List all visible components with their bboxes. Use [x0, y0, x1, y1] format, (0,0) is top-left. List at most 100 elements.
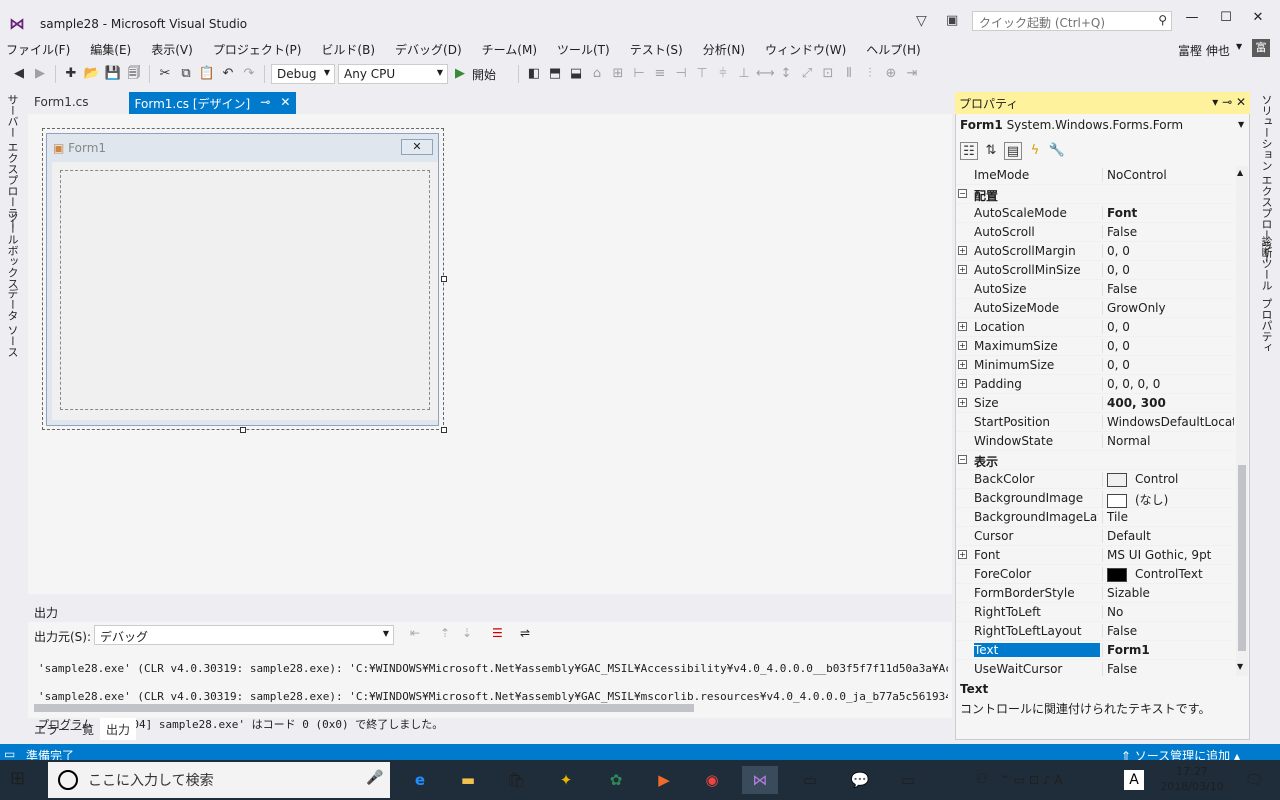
redo-icon[interactable]: ↷: [240, 65, 258, 83]
property-category[interactable]: − 配置: [956, 185, 1234, 204]
tab-error-list[interactable]: エラー一覧: [28, 718, 100, 740]
edge-icon[interactable]: e: [402, 766, 438, 794]
visual-studio-taskbar-icon[interactable]: ⋈: [742, 766, 778, 794]
people-icon[interactable]: ⚇: [964, 766, 1000, 794]
windows-start-icon[interactable]: ⊞: [10, 768, 25, 789]
output-horizontal-scrollbar[interactable]: [34, 704, 694, 712]
find-message-icon[interactable]: ⇤: [410, 626, 420, 640]
property-row[interactable]: + MaximumSize 0, 0: [956, 337, 1234, 356]
tab-form1-designer[interactable]: Form1.cs [デザイン] ⊸ ✕: [128, 92, 297, 114]
property-value[interactable]: GrowOnly: [1102, 301, 1234, 315]
properties-tab[interactable]: プロパティ: [1258, 298, 1274, 353]
expand-icon[interactable]: +: [958, 550, 967, 559]
property-value[interactable]: False: [1102, 282, 1234, 296]
align-bottom-icon[interactable]: ⊥: [735, 65, 753, 83]
same-height-icon[interactable]: ↕: [777, 65, 795, 83]
platform-select[interactable]: Any CPU ▼: [338, 64, 448, 84]
property-value[interactable]: 0, 0: [1102, 320, 1234, 334]
property-value[interactable]: 0, 0: [1102, 339, 1234, 353]
expand-icon[interactable]: +: [958, 379, 967, 388]
console-icon[interactable]: ▭: [792, 766, 828, 794]
save-all-icon[interactable]: 🗐: [125, 65, 143, 83]
collapse-icon[interactable]: −: [958, 189, 967, 198]
word-wrap-icon[interactable]: ⇌: [520, 626, 530, 640]
events-icon[interactable]: ϟ: [1026, 142, 1044, 160]
property-value[interactable]: False: [1102, 662, 1234, 676]
bring-front-icon[interactable]: ⬒: [546, 65, 564, 83]
property-row[interactable]: AutoScaleMode Font: [956, 204, 1234, 223]
avatar[interactable]: 富: [1252, 39, 1270, 57]
properties-view-icon[interactable]: ▤: [1004, 142, 1022, 160]
user-name[interactable]: 富樫 伸也: [1178, 42, 1230, 59]
property-value[interactable]: No: [1102, 605, 1234, 619]
notifications-icon[interactable]: 🗨: [1236, 766, 1272, 794]
property-row[interactable]: ImeMode NoControl: [956, 166, 1234, 185]
scroll-down-icon[interactable]: ▼: [1237, 662, 1243, 671]
align-right-icon[interactable]: ⊣: [672, 65, 690, 83]
chat-icon[interactable]: 💬: [842, 766, 878, 794]
system-clock[interactable]: 17:27 2018/03/10: [1160, 764, 1224, 794]
close-tab-icon[interactable]: ✕: [280, 95, 290, 111]
menu-item[interactable]: 表示(V): [151, 41, 193, 58]
same-width-icon[interactable]: ⟷: [756, 65, 775, 83]
media-player-icon[interactable]: ▶: [646, 766, 682, 794]
property-value[interactable]: Control: [1102, 472, 1234, 487]
property-value[interactable]: Sizable: [1102, 586, 1234, 600]
app-icon-1[interactable]: ✦: [548, 766, 584, 794]
vertical-spacing-icon[interactable]: ⫶: [861, 65, 879, 83]
property-value[interactable]: False: [1102, 624, 1234, 638]
chevron-down-icon[interactable]: ▼: [1236, 42, 1242, 51]
expand-icon[interactable]: +: [958, 341, 967, 350]
taskbar-search-box[interactable]: ここに入力して検索: [48, 762, 390, 798]
property-row[interactable]: Cursor Default: [956, 527, 1234, 546]
menu-item[interactable]: ヘルプ(H): [866, 41, 920, 58]
console-icon-2[interactable]: ▭: [890, 766, 926, 794]
categorized-icon[interactable]: ☷: [960, 142, 978, 160]
property-row[interactable]: BackgroundImage (なし): [956, 489, 1234, 508]
file-explorer-icon[interactable]: ▬: [450, 766, 486, 794]
forward-icon[interactable]: ▶: [31, 65, 49, 83]
scroll-up-icon[interactable]: ▲: [1237, 168, 1243, 177]
menu-item[interactable]: プロジェクト(P): [213, 41, 302, 58]
menu-item[interactable]: ウィンドウ(W): [765, 41, 846, 58]
property-value[interactable]: Font: [1102, 206, 1234, 220]
menu-item[interactable]: デバッグ(D): [395, 41, 462, 58]
clear-all-icon[interactable]: ☰: [492, 626, 503, 640]
align-top-icon[interactable]: ⊤: [693, 65, 711, 83]
property-value[interactable]: (なし): [1102, 491, 1234, 508]
property-value[interactable]: Tile: [1102, 510, 1234, 524]
property-value[interactable]: WindowsDefaultLocation: [1102, 415, 1234, 429]
property-row[interactable]: AutoSizeMode GrowOnly: [956, 299, 1234, 318]
save-icon[interactable]: 💾: [104, 65, 122, 83]
feedback-icon[interactable]: ▣: [946, 13, 958, 28]
ime-icon[interactable]: A: [1124, 770, 1144, 790]
property-row[interactable]: + Size 400, 300: [956, 394, 1234, 413]
cut-icon[interactable]: ✂: [156, 65, 174, 83]
send-back-icon[interactable]: ⬓: [567, 65, 585, 83]
property-row[interactable]: StartPosition WindowsDefaultLocation: [956, 413, 1234, 432]
copy-icon[interactable]: ⧉: [177, 65, 195, 83]
quick-launch-input[interactable]: クイック起動 (Ctrl+Q) ⚲: [972, 11, 1172, 31]
property-pages-icon[interactable]: 🔧: [1048, 142, 1066, 160]
property-row[interactable]: + Font MS UI Gothic, 9pt: [956, 546, 1234, 565]
spacing-icon[interactable]: ⫴: [840, 65, 858, 83]
grid-icon[interactable]: ⊞: [609, 65, 627, 83]
toolbox-tab[interactable]: ツールボックス: [4, 212, 20, 289]
close-button[interactable]: ✕: [1246, 10, 1270, 30]
microphone-icon[interactable]: 🎤: [366, 770, 383, 786]
property-value[interactable]: 0, 0: [1102, 358, 1234, 372]
property-row[interactable]: AutoScroll False: [956, 223, 1234, 242]
property-value[interactable]: False: [1102, 225, 1234, 239]
align-center-icon[interactable]: ≡: [651, 65, 669, 83]
app-icon-2[interactable]: ✿: [598, 766, 634, 794]
property-row[interactable]: + MinimumSize 0, 0: [956, 356, 1234, 375]
notification-filter-icon[interactable]: ▽: [916, 13, 927, 29]
object-selector[interactable]: Form1 System.Windows.Forms.Form: [960, 118, 1183, 132]
property-row[interactable]: RightToLeft No: [956, 603, 1234, 622]
data-sources-tab[interactable]: データ ソース: [4, 288, 20, 358]
property-row[interactable]: BackColor Control: [956, 470, 1234, 489]
property-row[interactable]: + Location 0, 0: [956, 318, 1234, 337]
menu-item[interactable]: 編集(E): [90, 41, 131, 58]
chrome-icon[interactable]: ◉: [694, 766, 730, 794]
menu-item[interactable]: ツール(T): [557, 41, 610, 58]
